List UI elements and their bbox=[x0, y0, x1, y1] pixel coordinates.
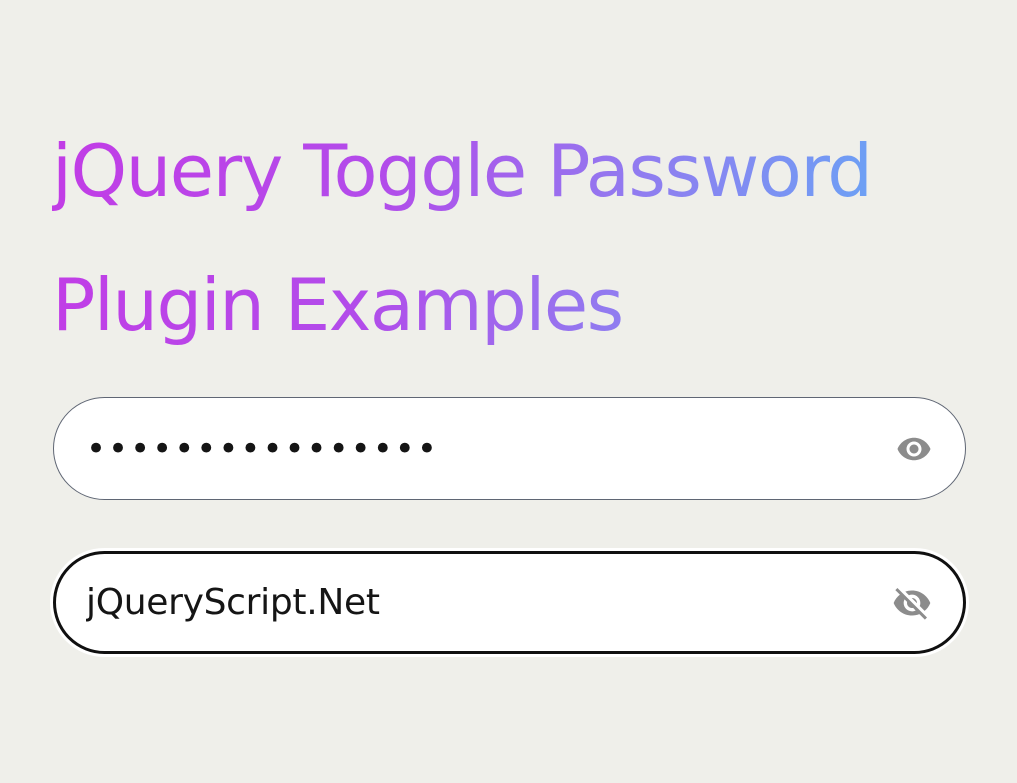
page-title-line-2: Plugin Examples bbox=[52, 263, 623, 347]
password-input[interactable] bbox=[86, 398, 866, 499]
password-field-visible bbox=[53, 551, 966, 654]
page-title-line-1: jQuery Toggle Password bbox=[52, 129, 872, 213]
eye-slash-icon bbox=[893, 587, 931, 620]
toggle-password-button-active[interactable] bbox=[887, 578, 937, 628]
password-field-hidden bbox=[53, 397, 966, 500]
page-title: jQuery Toggle Password Plugin Examples bbox=[52, 104, 992, 372]
password-visible-input[interactable] bbox=[86, 554, 866, 651]
toggle-password-button[interactable] bbox=[889, 424, 939, 474]
eye-icon bbox=[897, 437, 931, 460]
